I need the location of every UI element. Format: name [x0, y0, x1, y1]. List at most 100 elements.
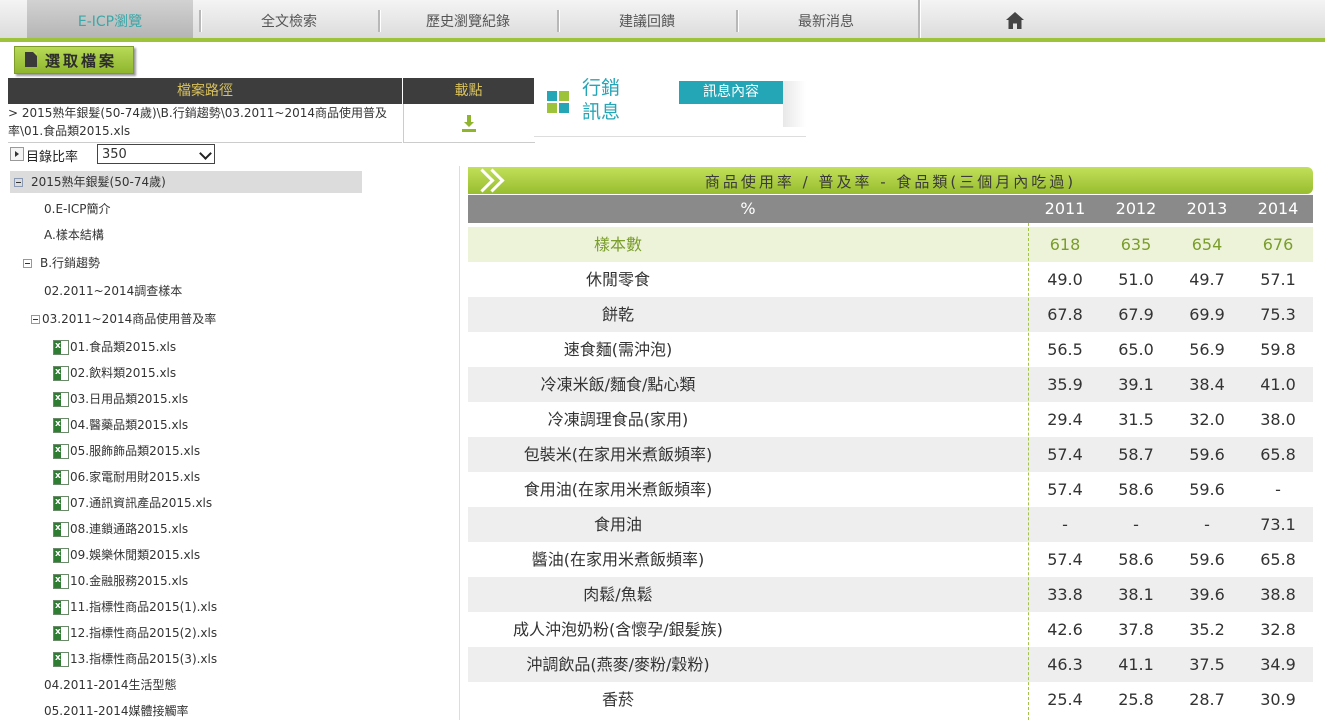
row-value: 49.0 [1047, 270, 1083, 289]
row-value: 32.8 [1260, 620, 1296, 639]
home-icon[interactable] [1004, 10, 1026, 32]
nav-tab-fulltext-search[interactable]: 全文檢索 [200, 0, 378, 38]
row-value: 41.1 [1118, 655, 1154, 674]
tree-file-label: 05.服飾飾品類2015.xls [70, 444, 201, 458]
tree-file[interactable]: 09.娛樂休閒類2015.xls [53, 543, 200, 566]
tree-file[interactable]: 03.日用品類2015.xls [53, 387, 188, 410]
row-label: 食用油(在家用米煮飯頻率) [523, 480, 713, 499]
row-value: 57.4 [1047, 480, 1083, 499]
tree-item-label: B.行銷趨勢 [40, 256, 101, 270]
nav-tab-feedback[interactable]: 建議回饋 [559, 0, 735, 38]
collapse-icon[interactable] [14, 178, 23, 187]
tree-file[interactable]: 11.指標性商品2015(1).xls [53, 595, 218, 618]
tree-item[interactable]: 0.E-ICP簡介 [44, 198, 111, 220]
year-header: 2012 [1115, 199, 1157, 218]
marketing-logo-square [559, 91, 569, 101]
tree-file[interactable]: 07.通訊資訊產品2015.xls [53, 491, 212, 514]
row-value: 34.9 [1260, 655, 1296, 674]
tree-file[interactable]: 10.金融服務2015.xls [53, 569, 189, 592]
excel-file-icon [53, 335, 69, 357]
marketing-logo-square [547, 91, 557, 101]
row-value: 56.5 [1047, 340, 1083, 359]
row-value: 35.9 [1047, 375, 1083, 394]
tree-file-label: 11.指標性商品2015(1).xls [70, 600, 218, 614]
tree-file-label: 13.指標性商品2015(3).xls [70, 652, 218, 666]
table-row: 食用油(在家用米煮飯頻率) 57.4 58.6 59.6 - [468, 472, 1313, 507]
tree-file[interactable]: 06.家電耐用財2015.xls [53, 465, 201, 488]
row-value: 33.8 [1047, 585, 1083, 604]
tree-file[interactable]: 08.連鎖通路2015.xls [53, 517, 189, 540]
message-content-button[interactable]: 訊息內容 [679, 81, 783, 104]
table-row: 餅乾 67.8 67.9 69.9 75.3 [468, 297, 1313, 332]
table-header: % 2011 2012 2013 2014 [468, 195, 1313, 223]
unit-header: % [740, 199, 756, 218]
excel-file-icon [53, 569, 69, 591]
nav-tab-history[interactable]: 歷史瀏覽紀錄 [380, 0, 556, 38]
row-value: 58.6 [1118, 480, 1154, 499]
tree-file[interactable]: 04.醫藥品類2015.xls [53, 413, 188, 436]
download-icon[interactable] [459, 113, 479, 133]
excel-file-icon [53, 413, 69, 435]
row-value: 58.6 [1118, 550, 1154, 569]
marketing-panel: 行銷 訊息 訊息內容 [534, 68, 806, 137]
tree-item-label: 03.2011~2014商品使用普及率 [42, 312, 217, 326]
table-row: 香菸 25.4 25.8 28.7 30.9 [468, 682, 1313, 717]
table-row: 包裝米(在家用米煮飯頻率) 57.4 58.7 59.6 65.8 [468, 437, 1313, 472]
nav-tab-eicp[interactable]: E-ICP瀏覽 [27, 0, 193, 38]
tree-file[interactable]: 12.指標性商品2015(2).xls [53, 621, 218, 644]
excel-file-icon [53, 439, 69, 461]
ratio-select[interactable]: 350 [97, 144, 215, 164]
excel-file-icon [53, 647, 69, 669]
row-value: 676 [1262, 235, 1294, 254]
row-value: 618 [1049, 235, 1081, 254]
tree-item[interactable]: 05.2011-2014媒體接觸率 [44, 700, 189, 722]
row-label: 樣本數 [593, 235, 642, 254]
row-value: 28.7 [1189, 690, 1225, 709]
row-value: 39.6 [1189, 585, 1225, 604]
marketing-logo-square [559, 103, 569, 113]
tree-item-folder[interactable]: 03.2011~2014商品使用普及率 [31, 308, 216, 330]
collapse-icon[interactable] [23, 259, 32, 268]
tree-file[interactable]: 13.指標性商品2015(3).xls [53, 647, 218, 670]
file-path-line1: > 2015熟年銀髮(50-74歲)\B.行銷趨勢\03.2011~2014商品… [8, 106, 387, 120]
tree-item-folder[interactable]: B.行銷趨勢 [23, 252, 100, 274]
table-row: 醬油(在家用米煮飯頻率) 57.4 58.6 59.6 65.8 [468, 542, 1313, 577]
row-label: 冷凍米飯/麵食/點心類 [540, 375, 696, 394]
tree-file[interactable]: 05.服飾飾品類2015.xls [53, 439, 201, 462]
tree-item[interactable]: 04.2011-2014生活型態 [44, 674, 177, 696]
select-file-button[interactable]: 選取檔案 [14, 46, 134, 74]
row-value: 37.5 [1189, 655, 1225, 674]
tree-file-label: 10.金融服務2015.xls [70, 574, 189, 588]
excel-file-icon [53, 517, 69, 539]
tree-file-label: 12.指標性商品2015(2).xls [70, 626, 218, 640]
row-value: 49.7 [1189, 270, 1225, 289]
collapse-icon[interactable] [31, 315, 40, 324]
row-value: 59.8 [1260, 340, 1296, 359]
row-value: 46.3 [1047, 655, 1083, 674]
row-label: 成人沖泡奶粉(含懷孕/銀髮族) [513, 620, 723, 639]
table-row: 冷凍米飯/麵食/點心類 35.9 39.1 38.4 41.0 [468, 367, 1313, 402]
sample-size-row: 樣本數 618 635 654 676 [468, 227, 1313, 262]
row-value: 38.4 [1189, 375, 1225, 394]
tree-file-label: 08.連鎖通路2015.xls [70, 522, 189, 536]
row-label: 香菸 [601, 690, 634, 709]
ratio-select-value: 350 [102, 147, 127, 162]
tree-item-root[interactable]: 2015熟年銀髮(50-74歲) [10, 171, 362, 193]
tree-file[interactable]: 01.食品類2015.xls [53, 335, 176, 358]
tree-item[interactable]: A.樣本結構 [44, 224, 104, 246]
year-header: 2014 [1257, 199, 1299, 218]
marketing-title: 行銷 訊息 [582, 76, 620, 124]
excel-file-icon [53, 491, 69, 513]
tree-file[interactable]: 02.飲料類2015.xls [53, 361, 176, 384]
chevron-down-icon [199, 147, 212, 160]
marketing-logo-square [547, 103, 557, 113]
row-value: - [1275, 480, 1281, 499]
nav-tab-news[interactable]: 最新消息 [738, 0, 914, 38]
tree-file-label: 06.家電耐用財2015.xls [70, 470, 201, 484]
expand-arrow-icon[interactable] [10, 147, 24, 161]
row-value: 42.6 [1047, 620, 1083, 639]
table-row: 沖調飲品(燕麥/麥粉/穀粉) 46.3 41.1 37.5 34.9 [468, 647, 1313, 682]
row-value: 29.4 [1047, 410, 1083, 429]
row-value: 51.0 [1118, 270, 1154, 289]
tree-item[interactable]: 02.2011~2014調查樣本 [44, 280, 182, 302]
